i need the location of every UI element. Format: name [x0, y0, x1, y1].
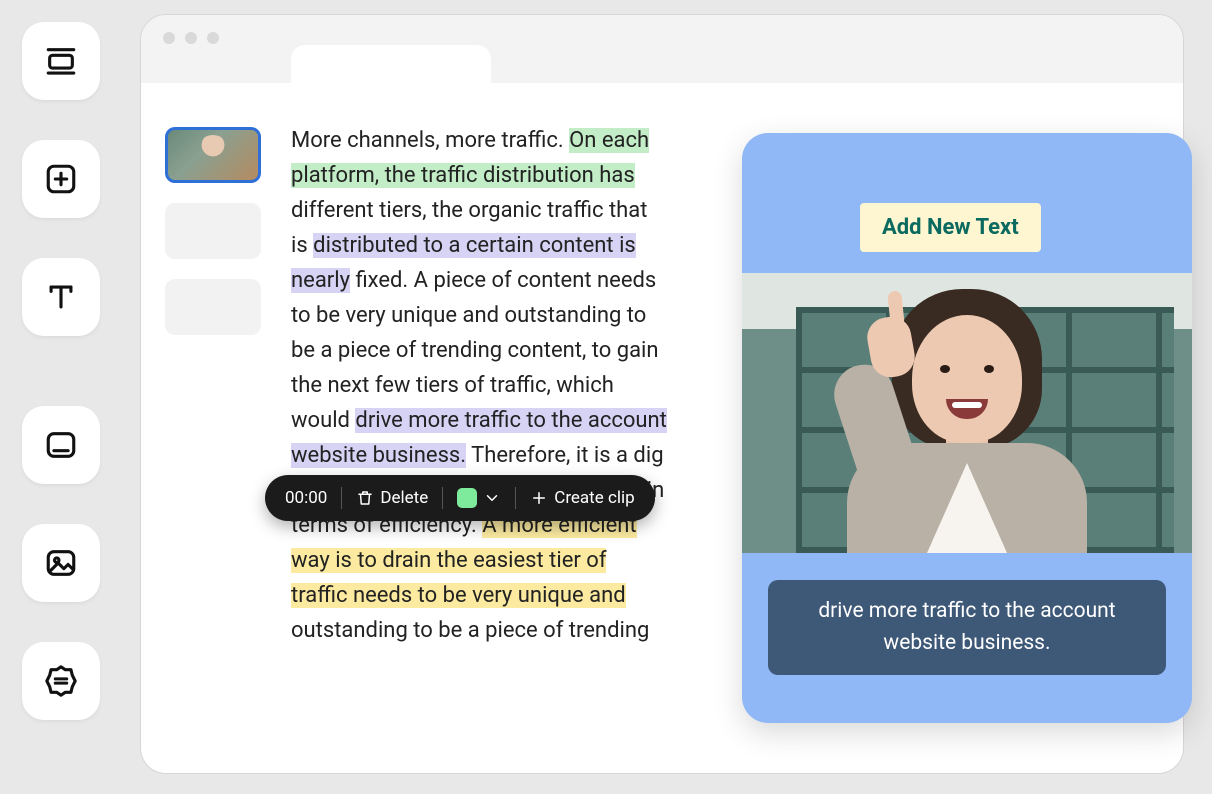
person-illustration [837, 303, 1097, 553]
tool-rail [22, 22, 100, 720]
create-clip-button[interactable]: Create clip [530, 481, 634, 516]
settings-tool[interactable] [22, 642, 100, 720]
create-clip-label: Create clip [554, 481, 634, 516]
thumbnail-empty[interactable] [165, 203, 261, 259]
trash-icon [356, 489, 374, 507]
text-icon [44, 280, 78, 314]
transcript-segment[interactable]: outstanding to be a piece of trending [291, 618, 649, 643]
text-tool[interactable] [22, 258, 100, 336]
thumbnail-active[interactable] [165, 127, 261, 183]
selection-time: 00:00 [285, 481, 327, 516]
transcript-panel: More channels, more traffic. On each pla… [265, 123, 685, 773]
slides-tool[interactable] [22, 22, 100, 100]
add-text-button[interactable]: Add New Text [860, 203, 1041, 252]
preview-card: Add New Text drive more traffic to the a… [742, 133, 1192, 723]
clip-thumbnails [165, 123, 265, 773]
caption-icon [44, 428, 78, 462]
slides-icon [44, 44, 78, 78]
video-frame[interactable] [742, 273, 1192, 553]
window-chrome [141, 15, 1183, 83]
delete-label: Delete [380, 481, 428, 516]
browser-tab[interactable] [291, 45, 491, 83]
divider [442, 487, 443, 509]
caption-tool[interactable] [22, 406, 100, 484]
transcript-text[interactable]: More channels, more traffic. On each pla… [291, 123, 667, 648]
video-caption[interactable]: drive more traffic to the account websit… [768, 580, 1166, 675]
divider [341, 487, 342, 509]
dot [163, 32, 175, 44]
plus-icon [530, 489, 548, 507]
image-tool[interactable] [22, 524, 100, 602]
transcript-segment[interactable]: More channels, more traffic. [291, 128, 569, 153]
delete-button[interactable]: Delete [356, 481, 428, 516]
image-icon [44, 546, 78, 580]
add-tool[interactable] [22, 140, 100, 218]
badge-icon [44, 664, 78, 698]
plus-square-icon [44, 162, 78, 196]
dot [207, 32, 219, 44]
thumbnail-empty[interactable] [165, 279, 261, 335]
dot [185, 32, 197, 44]
divider [515, 487, 516, 509]
chevron-down-icon [483, 489, 501, 507]
highlight-color-picker[interactable] [457, 488, 501, 508]
selection-toolbar: 00:00 Delete Create clip [265, 475, 655, 521]
traffic-lights [163, 32, 219, 44]
color-swatch [457, 488, 477, 508]
